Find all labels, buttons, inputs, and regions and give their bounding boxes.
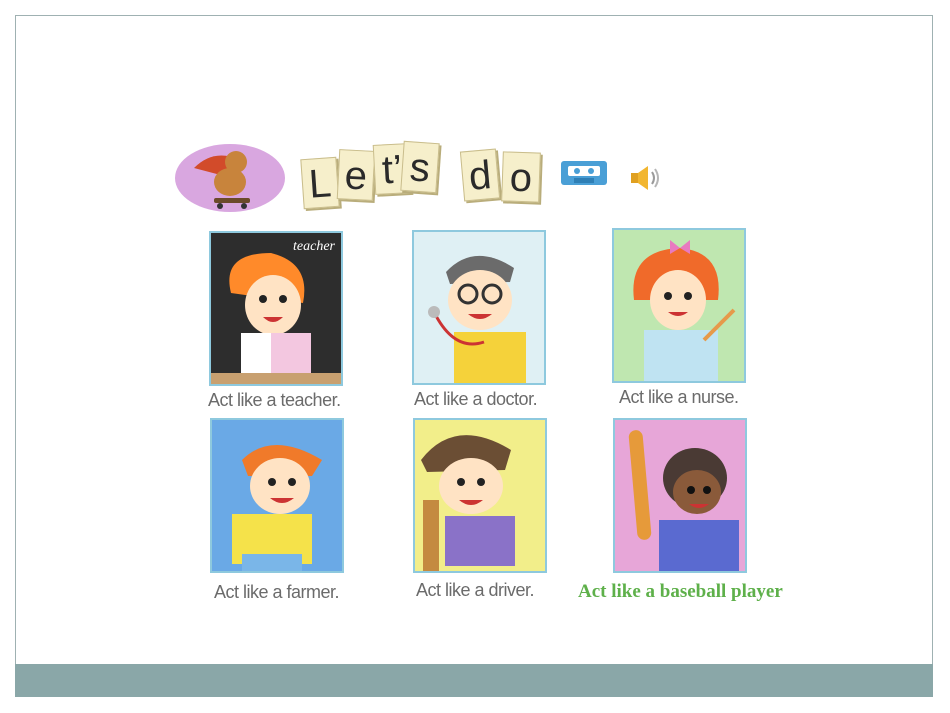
farmer-illustration <box>212 420 342 571</box>
title-tile: s <box>400 140 440 194</box>
mascot-skateboard-image <box>175 144 285 212</box>
caption-doctor: Act like a doctor. <box>414 389 538 409</box>
caption-driver: Act like a driver. <box>416 580 535 600</box>
chalkboard-word: teacher <box>293 239 335 254</box>
title-tile: d <box>459 148 501 202</box>
card-nurse <box>612 228 746 383</box>
baseball-player-illustration <box>615 420 745 571</box>
card-farmer <box>210 418 344 573</box>
title-tile: L <box>300 156 340 210</box>
caption-nurse: Act like a nurse. <box>619 387 739 407</box>
baseball-player-caption: Act like a baseball player <box>578 581 783 602</box>
doctor-illustration <box>414 232 544 383</box>
title-tile: o <box>501 151 541 203</box>
card-doctor <box>412 230 546 385</box>
lets-do-title: L e t’ s d o <box>298 140 558 210</box>
card-driver <box>413 418 547 573</box>
title-tile: e <box>336 149 376 201</box>
nurse-illustration <box>614 230 744 381</box>
cassette-tape-icon[interactable] <box>560 160 608 186</box>
card-baseball-player <box>613 418 747 573</box>
card-teacher: teacher <box>209 231 343 386</box>
caption-teacher: Act like a teacher. <box>208 390 341 410</box>
speaker-icon[interactable] <box>628 164 662 192</box>
footer-bar <box>15 664 933 697</box>
driver-illustration <box>415 420 545 571</box>
teacher-illustration <box>211 233 341 384</box>
caption-farmer: Act like a farmer. <box>214 582 340 602</box>
